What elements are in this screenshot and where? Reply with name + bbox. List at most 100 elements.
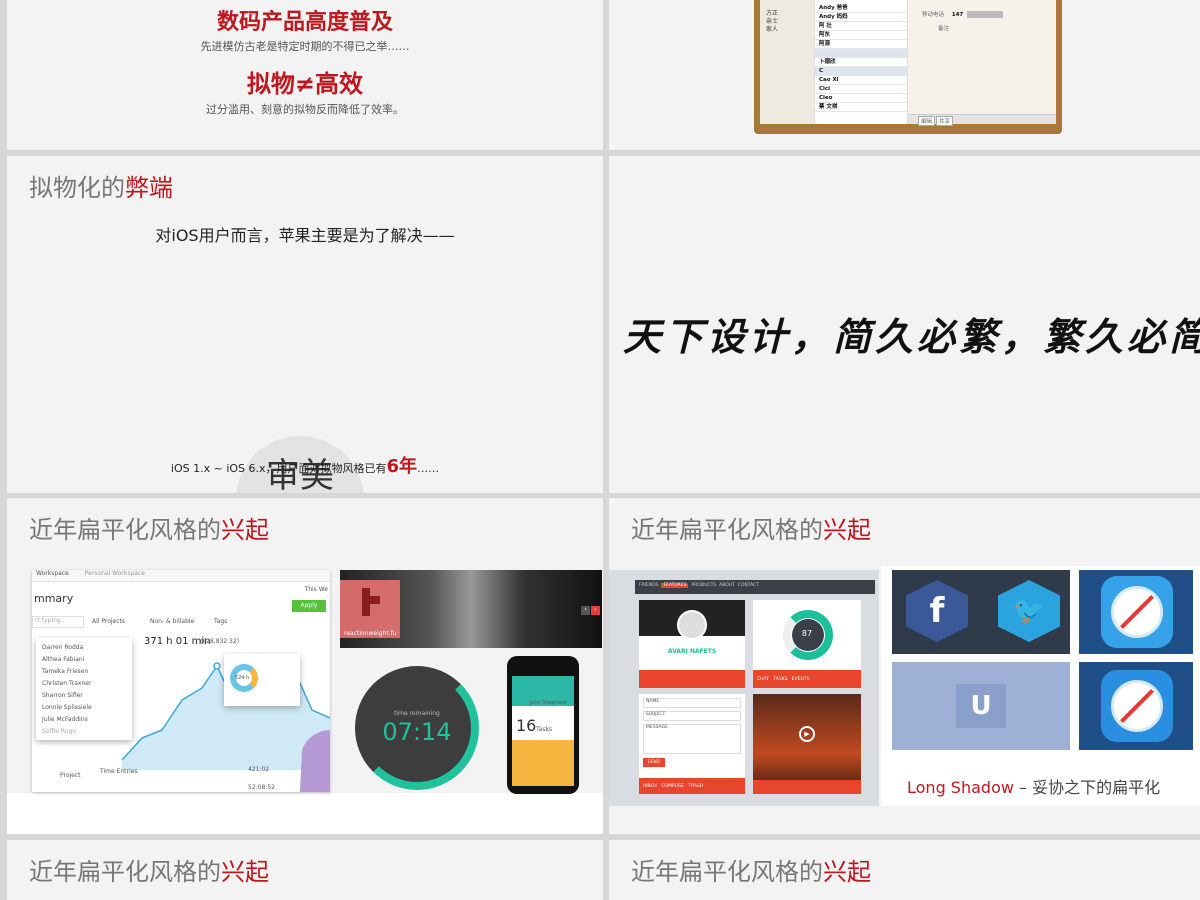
tile-safari-1 [1079,570,1193,654]
person-item[interactable]: Lonnie Splissiele [42,702,132,714]
donut-value: 524 h [235,675,250,681]
slide-7[interactable]: 近年扁平化风格的兴起 [7,840,603,900]
carousel-next-button[interactable]: › [591,606,600,615]
slide-1[interactable]: 数码产品高度普及 先进模仿古老是特定时期的不得已之举…… 拟物≠高效 过分滥用、… [7,0,603,150]
gauge-card: 87 CHAT TASKS EVENTS [753,600,861,688]
person-item[interactable]: Christen Traxner [42,678,132,690]
contact-row: 阿源 [815,40,907,49]
contact-row: 阿东 [815,31,907,40]
contact-row: 阿 壮 [815,22,907,31]
tile-safari-2 [1079,662,1193,750]
slide-2[interactable]: 方正 亲士 家人 Andy 爸爸 Andy 妈妈 阿 壮 阿东 阿源 卜德欣 C… [609,0,1200,150]
contact-row: Andy 爸爸 [815,4,907,13]
slide-title: 近年扁平化风格的兴起 [631,516,871,544]
dashboard-mockup: Workspace Personal Workspace mmary This … [32,570,330,792]
bottom-time-1: 421:02 [248,766,270,773]
flat-app-mockup: FRIENDS FEATURES PRODUCTS ABOUT CONTACT … [609,570,879,806]
slide-title: 近年扁平化风格的兴起 [631,858,871,886]
person-item[interactable]: Althea Fabiani [42,654,132,666]
contact-row: Cao Xi [815,76,907,85]
contact-row: 卜德欣 [815,58,907,67]
timer-label: time remaining [394,710,440,717]
tasks-button[interactable]: TASKS [773,677,787,682]
profile-name: AVARI NAFETS [667,648,717,655]
contact-row: 蔡 文祺 [815,103,907,112]
group-item: 亲士 [766,18,779,25]
contact-row [815,49,907,58]
app-tabs: FRIENDS FEATURES PRODUCTS ABOUT CONTACT [639,583,760,588]
slide-grid: 数码产品高度普及 先进模仿古老是特定时期的不得已之举…… 拟物≠高效 过分滥用、… [0,0,1200,900]
video-card: ▶ [753,694,861,794]
phone-mockup: John Shepherd 16 Tasks [507,656,579,794]
facebook-icon: f [906,580,968,642]
trash-button[interactable]: TRASH [688,784,703,789]
address-book-mockup: 方正 亲士 家人 Andy 爸爸 Andy 妈妈 阿 壮 阿东 阿源 卜德欣 C… [754,0,1062,134]
detail-toolbar: 编辑 共享 [908,114,1056,126]
play-icon[interactable]: ▶ [799,726,815,742]
group-item: 方正 [766,10,779,17]
safari-icon [1101,670,1173,742]
contact-list: Andy 爸爸 Andy 妈妈 阿 壮 阿东 阿源 卜德欣 C Cao Xi C… [814,0,907,124]
twitter-icon: 🐦 [998,580,1060,642]
gauge-value: 87 [801,629,813,638]
slide-title: 近年扁平化风格的兴起 [29,858,269,886]
headline-popularity: 数码产品高度普及 [216,10,393,35]
name-field[interactable]: NAME [643,698,741,708]
bottom-time-2: 52:08:52 [248,784,275,791]
phone-task-unit: Tasks [536,726,553,733]
slide-6[interactable]: 近年扁平化风格的兴起 FRIENDS FEATURES PRODUCTS ABO… [609,498,1200,834]
person-item[interactable]: Julie McFaddins [42,714,132,726]
slide-5[interactable]: 近年扁平化风格的兴起 Workspace Personal Workspace … [7,498,603,834]
person-item[interactable]: Tameka Friesen [42,666,132,678]
tile-uber: U [892,662,1070,750]
share-button[interactable]: 共享 [936,116,954,126]
compose-button[interactable]: COMPOSE [661,784,684,789]
subtext-imitation: 先进模仿古老是特定时期的不得已之举…… [200,40,410,53]
subtext-overuse: 过分滥用、刻意的拟物反而降低了效率。 [206,103,404,116]
contact-groups: 方正 亲士 家人 [760,0,814,124]
profile-card: AVARI NAFETS [639,600,745,688]
person-item[interactable]: Darren Rodda [42,642,132,654]
phone-task-count: 16 [516,716,537,735]
slide-title: 拟物化的弊端 [29,174,173,202]
people-dropdown: Darren Rodda Althea Fabiani Tameka Fries… [36,638,132,740]
events-button[interactable]: EVENTS [792,677,810,682]
contact-row: C [815,67,907,76]
city-photo-banner: reactionweight.fu ‹ › [340,570,602,648]
send-button[interactable]: SEND [643,758,665,767]
slide-4[interactable]: 天下设计，简久必繁，繁久必简 [609,156,1200,493]
message-field[interactable]: MESSAGE [643,724,741,754]
contact-row: Andy 妈妈 [815,13,907,22]
photo-caption: reactionweight.fu [344,630,397,637]
inbox-button[interactable]: INBOX [643,784,657,789]
timer-widget: time remaining 07:14 [355,666,479,790]
timer-value: 07:14 [382,718,452,746]
slide-8[interactable]: 近年扁平化风格的兴起 [609,840,1200,900]
calligraphy-quote: 天下设计，简久必繁，繁久必简 [623,314,1200,359]
bottom-project: Project [60,772,81,779]
uber-icon: U [956,684,1006,728]
headline-skeuo-not-efficient: 拟物≠高效 [246,70,364,98]
phone-value: 147 [951,12,964,18]
contact-form: NAME SUBJECT MESSAGE SEND INBOX COMPOSE … [639,694,745,794]
chat-button[interactable]: CHAT [757,677,769,682]
carousel-prev-button[interactable]: ‹ [581,606,590,615]
contact-row: Cici [815,85,907,94]
phone-label: 移动电话 [922,12,945,18]
slide-3[interactable]: 拟物化的弊端 对iOS用户而言，苹果主要是为了解决—— 审美 疲劳 iOS 1.… [7,156,603,493]
contact-detail: 移动电话 147 备注 编辑 共享 [908,0,1056,126]
intro-text: 对iOS用户而言，苹果主要是为了解决—— [155,226,455,245]
person-item[interactable]: Soffie Rugo [42,726,132,738]
safari-icon [1101,576,1173,648]
slide-title: 近年扁平化风格的兴起 [29,516,269,544]
tile-facebook: f 🐦 [892,570,1070,654]
footer-note: iOS 1.x ~ iOS 6.x，用户面对拟物风格已有6年…… [170,456,440,477]
group-item: 家人 [766,26,779,33]
phone-user: John Shepherd [530,700,567,706]
long-shadow-caption: Long Shadow – 妥协之下的扁平化 [907,778,1161,797]
edit-button[interactable]: 编辑 [918,116,936,126]
donut-popup: 524 h [224,654,300,706]
person-item[interactable]: Sharron Sifler [42,690,132,702]
subject-field[interactable]: SUBJECT [643,711,741,721]
bottom-entries: Time Entries [100,768,138,775]
